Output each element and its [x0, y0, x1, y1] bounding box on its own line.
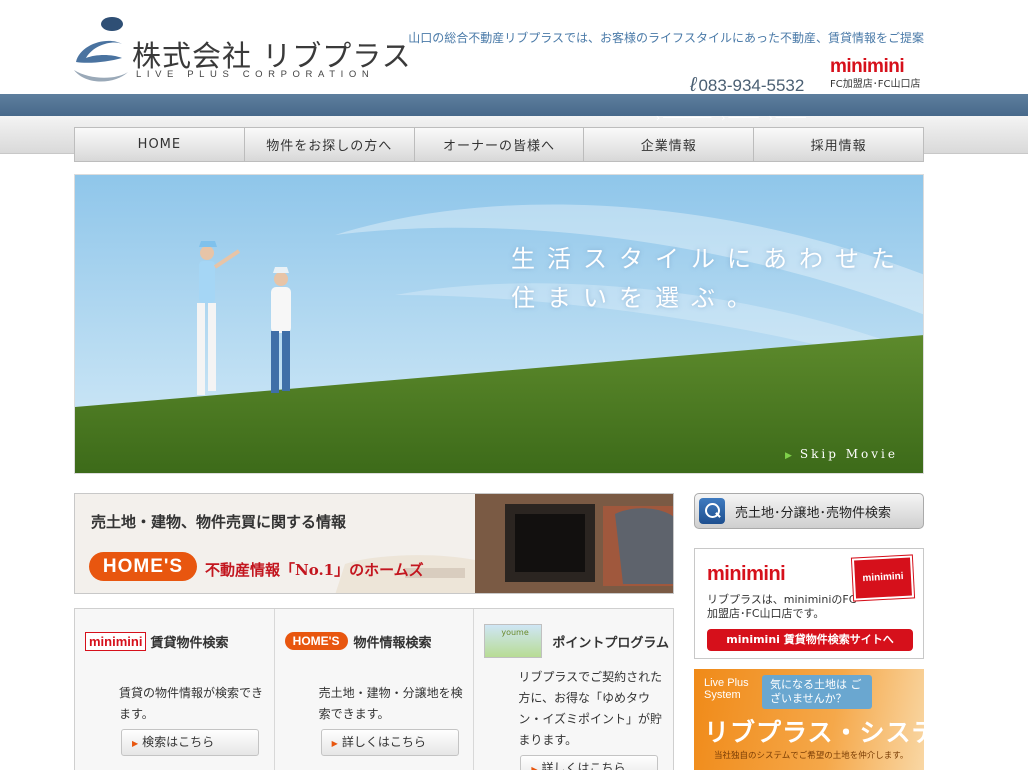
youme-card-image: youme — [484, 624, 543, 658]
nav-recruit[interactable]: 採用情報 — [754, 128, 923, 161]
column-text: リブプラスでご契約された方に、お得な「ゆめタウン・イズミポイント」が貯まります。 — [518, 670, 663, 747]
franchise-label: FC加盟店･FC山口店 — [830, 79, 921, 90]
land-search-button[interactable]: 売土地･分譲地･売物件検索 — [694, 493, 924, 529]
franchise-brand[interactable]: minimini FC加盟店･FC山口店 — [830, 57, 924, 92]
column-header: minimini 賃貸物件検索 — [75, 621, 274, 661]
minimini-logo: minimini — [830, 56, 905, 77]
page: 株式会社 リブプラス LIVE PLUS CORPORATION 山口の総合不動… — [0, 0, 1028, 770]
hero-image — [75, 175, 923, 473]
header-tagline: 山口の総合不動産リブプラスでは、お客様のライフスタイルにあった不動産、賃貸情報を… — [408, 31, 924, 45]
arrow-right-icon: ▶ — [132, 739, 139, 748]
liveplus-subtitle: 当社独自のシステムでご希望の土地を仲介します。 — [714, 751, 909, 761]
minimini-badge: minimini — [85, 631, 147, 651]
point-details-button[interactable]: ▶ 詳しくはこちら — [520, 755, 659, 770]
minimini-description: リブプラスは、miniminiのFC加盟店･FC山口店です。 — [707, 593, 857, 620]
play-arrow-icon: ▶ — [785, 451, 795, 461]
button-label: 詳しくはこちら — [341, 735, 426, 749]
column-text: 賃貸の物件情報が検索できます。 — [119, 686, 264, 721]
main-nav: HOME 物件をお探しの方へ オーナーの皆様へ 企業情報 採用情報 — [74, 127, 924, 162]
rental-search-button[interactable]: ▶ 検索はこちら — [121, 729, 259, 756]
skip-movie-link[interactable]: ▶ Skip Movie — [785, 447, 898, 461]
liveplus-system-tag: Live Plus System — [704, 677, 749, 701]
homes-banner[interactable]: 売土地・建物、物件売買に関する情報 HOME'S 不動産情報「No.1」のホーム… — [74, 493, 674, 594]
sub-links[interactable]: › ──────── › ───── › ───── — [656, 114, 816, 124]
button-label: 詳しくはこちら — [541, 761, 626, 770]
column-header: youme ポイントプログラム — [474, 621, 673, 661]
phone-text: 083-934-5532 — [698, 76, 805, 95]
hero-headline-2: 住まいを選ぶ。 — [511, 284, 763, 312]
nav-company[interactable]: 企業情報 — [584, 128, 755, 161]
land-search-label: 売土地･分譲地･売物件検索 — [735, 505, 892, 521]
nav-home[interactable]: HOME — [75, 128, 245, 161]
column-rental-search: minimini 賃貸物件検索 賃貸の物件情報が検索できます。 ▶ 検索はこちら — [75, 609, 275, 770]
youme-label: youme — [501, 628, 529, 637]
header-band — [0, 94, 1028, 116]
service-columns: minimini 賃貸物件検索 賃貸の物件情報が検索できます。 ▶ 検索はこちら … — [74, 608, 674, 770]
property-details-button[interactable]: ▶ 詳しくはこちら — [320, 729, 459, 756]
skip-movie-label: Skip Movie — [799, 447, 898, 461]
column-title: 賃貸物件検索 — [150, 635, 229, 651]
homes-banner-title: 売土地・建物、物件売買に関する情報 — [91, 513, 347, 531]
liveplus-system-banner[interactable]: Live Plus System 気になる土地は ございませんか？ リブプラス・… — [694, 669, 924, 770]
logo-mark-icon — [74, 17, 128, 82]
arrow-right-icon: ▶ — [331, 739, 338, 748]
column-point-program: youme ポイントプログラム リブプラスでご契約された方に、お得な「ゆめタウン… — [474, 609, 673, 770]
liveplus-title: リブプラス・システム — [704, 718, 924, 747]
arrow-right-icon: ▶ — [531, 765, 538, 770]
column-title: ポイントプログラム — [552, 635, 669, 651]
homes-banner-caption: 不動産情報「No.1」のホームズ — [205, 561, 424, 579]
minimini-panel: minimini リブプラスは、miniminiのFC加盟店･FC山口店です。 … — [694, 548, 924, 659]
minimini-logo: minimini — [707, 563, 786, 585]
column-title: 物件情報検索 — [353, 635, 432, 651]
phone-icon: ℓ — [690, 74, 697, 96]
company-name-en: LIVE PLUS CORPORATION — [136, 69, 375, 80]
hero-banner: 生活スタイルにあわせた 住まいを選ぶ。 ▶ Skip Movie — [74, 174, 924, 474]
minimini-rental-site-button[interactable]: minimini 賃貸物件検索サイトへ — [707, 629, 913, 651]
button-label: 検索はこちら — [142, 735, 215, 749]
liveplus-bubble: 気になる土地は ございませんか？ — [762, 675, 872, 709]
homes-badge: HOME'S — [284, 632, 348, 650]
column-text: 売土地・建物・分譲地を検索できます。 — [318, 686, 463, 721]
hero-headline-1: 生活スタイルにあわせた — [511, 245, 907, 273]
column-header: HOME'S 物件情報検索 — [275, 621, 474, 661]
homes-logo: HOME'S — [89, 552, 197, 581]
nav-owners[interactable]: オーナーの皆様へ — [415, 128, 585, 161]
nav-find-property[interactable]: 物件をお探しの方へ — [245, 128, 415, 161]
search-icon — [699, 498, 725, 524]
minimini-sign-image: minimini — [851, 555, 915, 601]
company-logo[interactable]: 株式会社 リブプラス LIVE PLUS CORPORATION — [72, 14, 411, 88]
column-property-search: HOME'S 物件情報検索 売土地・建物・分譲地を検索できます。 ▶ 詳しくはこち… — [275, 609, 475, 770]
